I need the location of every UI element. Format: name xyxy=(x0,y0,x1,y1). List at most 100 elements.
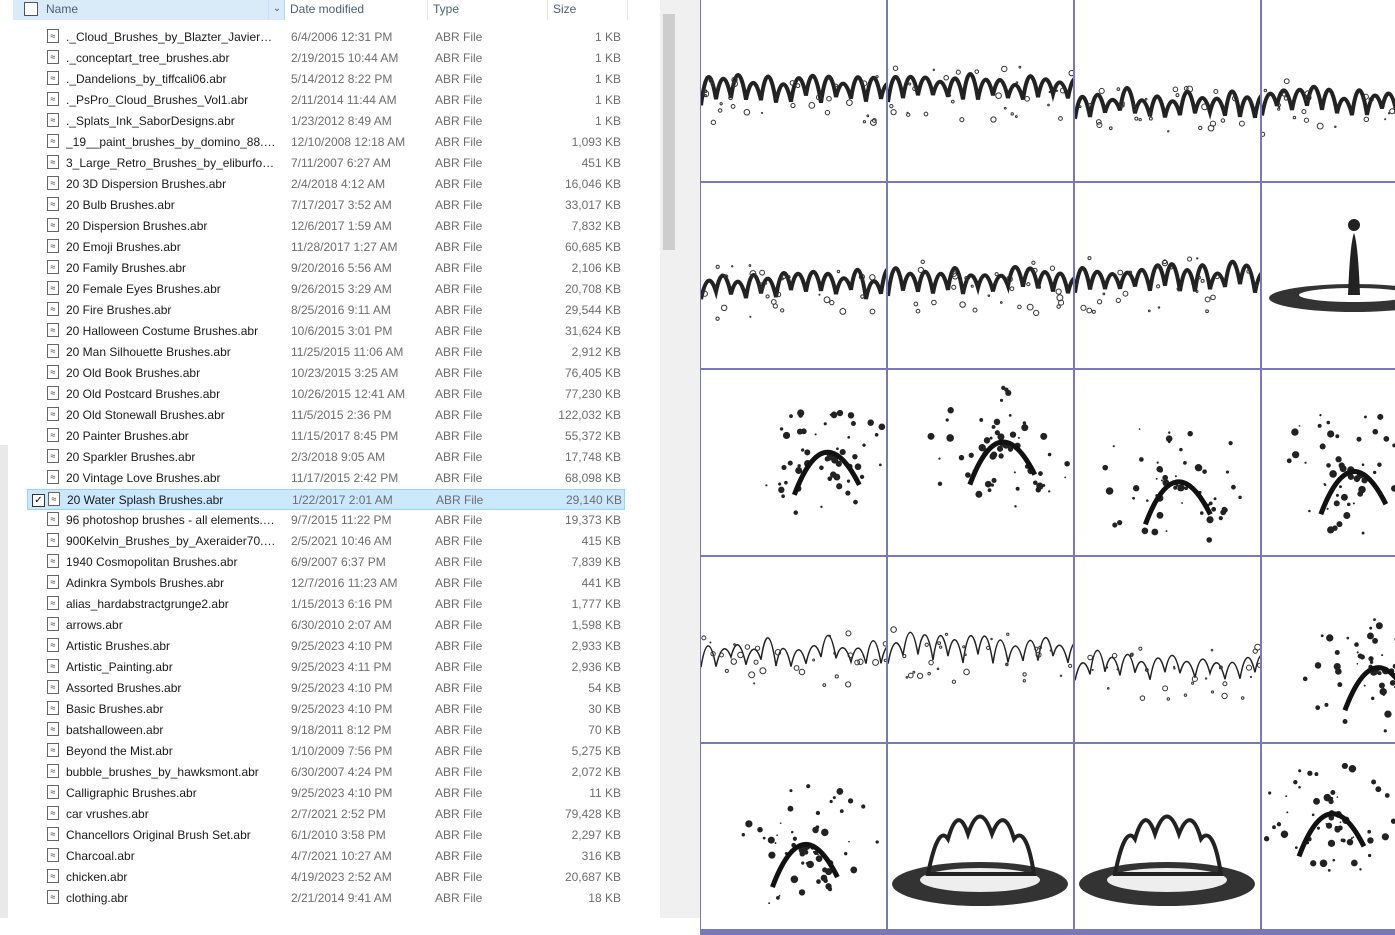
file-type: ABR File xyxy=(435,324,483,338)
file-row[interactable]: ≈ Adinkra Symbols Brushes.abr 12/7/2016 11… xyxy=(27,573,625,594)
file-row[interactable]: ≈20 Man Silhouette Brushes.abr 11/25/2015… xyxy=(27,342,625,363)
file-row[interactable]: ≈20 Dispersion Brushes.abr 12/6/2017 1:59… xyxy=(27,216,625,237)
water-splash-burst-thumbnail[interactable] xyxy=(1262,557,1395,742)
file-date-modified: 6/1/2010 3:58 PM xyxy=(291,828,386,842)
water-splash-wave-thumbnail[interactable] xyxy=(701,183,886,368)
file-row[interactable]: ≈20 Bulb Brushes.abr 7/17/2017 3:52 AM ABR… xyxy=(27,195,625,216)
select-all-checkbox[interactable] xyxy=(24,2,38,16)
file-size: 55,372 KB xyxy=(564,429,621,443)
file-size: 441 KB xyxy=(581,576,621,590)
file-size: 77,230 KB xyxy=(564,387,621,401)
file-row[interactable]: ≈ car vrushes.abr 2/7/2021 2:52 PM ABR File… xyxy=(27,804,625,825)
water-splash-crown-thumbnail[interactable] xyxy=(1075,744,1260,929)
water-splash-wave-thumbnail[interactable] xyxy=(1075,0,1260,181)
file-name: clothing.abr xyxy=(66,891,129,905)
abr-file-icon: ≈ xyxy=(47,323,59,337)
file-row[interactable]: ≈ arrows.abr 6/30/2010 2:07 AM ABR File 1,59… xyxy=(27,615,625,636)
file-size: 1 KB xyxy=(594,93,621,107)
water-splash-wave-thumbnail[interactable] xyxy=(1262,0,1395,181)
column-header-type[interactable]: Type xyxy=(428,0,548,20)
file-row[interactable]: ≈ alias_hardabstractgrunge2.abr 1/15/2013 … xyxy=(27,594,625,615)
file-row[interactable]: ≈ clothing.abr 2/21/2014 9:41 AM ABR File 18… xyxy=(27,888,625,909)
file-name: 20 Emoji Brushes.abr xyxy=(66,240,181,254)
file-name: 20 Old Stonewall Brushes.abr xyxy=(66,408,225,422)
file-name: Artistic Brushes.abr xyxy=(66,639,171,653)
water-splash-wave-thumbnail[interactable] xyxy=(888,183,1073,368)
file-row[interactable]: ≈ batshalloween.abr 9/18/2011 8:12 PM ABR F… xyxy=(27,720,625,741)
file-date-modified: 9/26/2015 3:29 AM xyxy=(291,282,392,296)
file-type: ABR File xyxy=(435,93,483,107)
column-header-name[interactable]: Name ⌄ xyxy=(13,0,285,20)
file-name: Artistic_Painting.abr xyxy=(66,660,173,674)
water-splash-streak-thumbnail[interactable] xyxy=(1075,557,1260,742)
abr-file-icon: ≈ xyxy=(47,806,59,820)
column-header-size[interactable]: Size xyxy=(548,0,628,20)
file-date-modified: 10/26/2015 12:41 AM xyxy=(291,387,406,401)
file-row[interactable]: ≈20 Family Brushes.abr 9/20/2016 5:56 AM A… xyxy=(27,258,625,279)
water-splash-wave-thumbnail[interactable] xyxy=(888,0,1073,181)
vertical-scrollbar[interactable] xyxy=(660,0,678,918)
water-splash-wave-thumbnail[interactable] xyxy=(1075,183,1260,368)
column-header-date-modified[interactable]: Date modified xyxy=(285,0,428,20)
abr-file-icon: ≈ xyxy=(47,533,59,547)
file-row[interactable]: ≈ Basic Brushes.abr 9/25/2023 4:10 PM ABR F… xyxy=(27,699,625,720)
file-row[interactable]: ✓ ≈20 Water Splash Brushes.abr 1/22/2017 2… xyxy=(27,489,625,510)
file-row[interactable]: ≈3_Large_Retro_Brushes_by_eliburford-...… xyxy=(27,153,625,174)
file-row[interactable]: ≈20 Painter Brushes.abr 11/15/2017 8:45 P… xyxy=(27,426,625,447)
file-row[interactable]: ≈96 photoshop brushes - all elements.abr… xyxy=(27,510,625,531)
file-name: 20 Old Postcard Brushes.abr xyxy=(66,387,221,401)
water-splash-burst-thumbnail[interactable] xyxy=(888,370,1073,555)
file-row[interactable]: ≈20 3D Dispersion Brushes.abr 2/4/2018 4:… xyxy=(27,174,625,195)
file-row[interactable]: ≈ Chancellors Original Brush Set.abr 6/1/2… xyxy=(27,825,625,846)
file-row[interactable]: ≈900Kelvin_Brushes_by_Axeraider70.abr 2/5… xyxy=(27,531,625,552)
file-row[interactable]: ≈ ._Dandelions_by_tiffcali06.abr 5/14/2012… xyxy=(27,69,625,90)
file-type: ABR File xyxy=(435,723,483,737)
file-date-modified: 6/9/2007 6:37 PM xyxy=(291,555,386,569)
file-type: ABR File xyxy=(435,366,483,380)
file-row[interactable]: ≈1940 Cosmopolitan Brushes.abr 6/9/2007 6… xyxy=(27,552,625,573)
file-row[interactable]: ≈ ._Cloud_Brushes_by_Blazter_JavierZhX...… xyxy=(27,27,625,48)
file-row[interactable]: ≈20 Emoji Brushes.abr 11/28/2017 1:27 AM A… xyxy=(27,237,625,258)
water-drop-thumbnail[interactable] xyxy=(1262,183,1395,368)
file-row[interactable]: ≈20 Old Stonewall Brushes.abr 11/5/2015 2… xyxy=(27,405,625,426)
file-row[interactable]: ≈ Assorted Brushes.abr 9/25/2023 4:10 PM AB… xyxy=(27,678,625,699)
file-size: 451 KB xyxy=(581,156,621,170)
file-size: 68,098 KB xyxy=(564,471,621,485)
water-splash-streak-thumbnail[interactable] xyxy=(701,557,886,742)
file-row[interactable]: ≈20 Female Eyes Brushes.abr 9/26/2015 3:2… xyxy=(27,279,625,300)
file-type: ABR File xyxy=(435,639,483,653)
row-checkbox[interactable]: ✓ xyxy=(32,494,45,507)
file-row[interactable]: ≈20 Old Postcard Brushes.abr 10/26/2015 1… xyxy=(27,384,625,405)
file-row[interactable]: ≈20 Fire Brushes.abr 8/25/2016 9:11 AM ABR… xyxy=(27,300,625,321)
file-row[interactable]: ≈ Artistic Brushes.abr 9/25/2023 4:10 PM AB… xyxy=(27,636,625,657)
water-splash-burst-thumbnail[interactable] xyxy=(1262,744,1395,929)
water-splash-burst-thumbnail[interactable] xyxy=(1262,370,1395,555)
water-splash-wave-thumbnail[interactable] xyxy=(701,0,886,181)
water-splash-burst-thumbnail[interactable] xyxy=(701,744,886,929)
water-splash-burst-thumbnail[interactable] xyxy=(701,370,886,555)
file-type: ABR File xyxy=(435,387,483,401)
file-row[interactable]: ≈ bubble_brushes_by_hawksmont.abr 6/30/200… xyxy=(27,762,625,783)
chevron-down-icon[interactable]: ⌄ xyxy=(268,0,285,20)
water-splash-burst-thumbnail[interactable] xyxy=(1075,370,1260,555)
file-row[interactable]: ≈ ._Splats_Ink_SaborDesigns.abr 1/23/2012 … xyxy=(27,111,625,132)
abr-file-icon: ≈ xyxy=(47,239,59,253)
file-row[interactable]: ≈20 Old Book Brushes.abr 10/23/2015 3:25 … xyxy=(27,363,625,384)
file-row[interactable]: ≈ Charcoal.abr 4/7/2021 10:27 AM ABR File 31… xyxy=(27,846,625,867)
file-row[interactable]: ≈20 Vintage Love Brushes.abr 11/17/2015 2… xyxy=(27,468,625,489)
scrollbar-thumb[interactable] xyxy=(663,14,675,250)
file-row[interactable]: ≈ Calligraphic Brushes.abr 9/25/2023 4:10 … xyxy=(27,783,625,804)
file-name: 20 Painter Brushes.abr xyxy=(66,429,189,443)
water-splash-crown-thumbnail[interactable] xyxy=(888,744,1073,929)
file-row[interactable]: ≈ ._conceptart_tree_brushes.abr 2/19/2015 … xyxy=(27,48,625,69)
file-row[interactable]: ≈20 Halloween Costume Brushes.abr 10/6/20… xyxy=(27,321,625,342)
file-row[interactable]: ≈ Beyond the Mist.abr 1/10/2009 7:56 PM ABR… xyxy=(27,741,625,762)
water-splash-streak-thumbnail[interactable] xyxy=(888,557,1073,742)
file-row[interactable]: ≈ ._PsPro_Cloud_Brushes_Vol1.abr 2/11/2014… xyxy=(27,90,625,111)
file-date-modified: 7/11/2007 6:27 AM xyxy=(291,156,391,170)
file-row[interactable]: ≈ Artistic_Painting.abr 9/25/2023 4:11 PM A… xyxy=(27,657,625,678)
abr-file-icon: ≈ xyxy=(47,680,59,694)
file-row[interactable]: ≈20 Sparkler Brushes.abr 2/3/2018 9:05 AM… xyxy=(27,447,625,468)
file-row[interactable]: ≈ chicken.abr 4/19/2023 2:52 AM ABR File 20,… xyxy=(27,867,625,888)
file-row[interactable]: ≈ _19__paint_brushes_by_domino_88.abr 12/1… xyxy=(27,132,625,153)
